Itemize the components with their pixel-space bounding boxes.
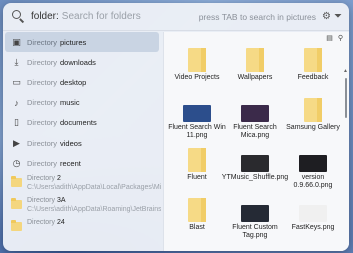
list-item-folder-3a[interactable]: Directory 3A C:\Users\adith\AppData\Roam… xyxy=(3,195,161,217)
tile-grid: Video Projects Wallpapers Feedback Fluent S… xyxy=(168,46,342,243)
image-thumbnail xyxy=(298,146,328,172)
list-item-kind: Directory xyxy=(27,197,56,205)
tile-label: FastKeys.png xyxy=(291,224,335,231)
layout-icon[interactable]: ▤ xyxy=(326,34,333,42)
image-thumbnail xyxy=(240,146,270,172)
list-item-name: documents xyxy=(60,118,97,128)
list-item-kind: Directory xyxy=(27,57,58,67)
grid-tile[interactable]: Feedback xyxy=(284,46,342,93)
folder-icon xyxy=(11,220,22,232)
grid-tile[interactable]: Fluent Custom Tag.png xyxy=(226,196,284,243)
search-query[interactable]: folder: xyxy=(31,11,59,22)
preview-toolbar: ▤ ⚲ xyxy=(164,32,349,44)
list-item-folder-2[interactable]: Directory 2 C:\Users\adith\AppData\Local… xyxy=(3,173,161,195)
list-item-path: C:\Users\adith\AppData\Local\Packages\Mi… xyxy=(27,183,161,191)
tile-label: Samsung Gallery xyxy=(286,124,340,131)
list-item-name: music xyxy=(60,98,80,108)
tile-label: Fluent xyxy=(187,174,207,181)
folder-icon xyxy=(240,46,270,72)
list-item-pictures[interactable]: ▣ Directory pictures xyxy=(5,32,159,53)
list-item-name: videos xyxy=(60,138,82,148)
list-item-documents[interactable]: ▯ Directory documents xyxy=(3,113,161,133)
list-item-music[interactable]: ♪ Directory music xyxy=(3,93,161,113)
folder-icon xyxy=(182,146,212,172)
document-icon: ▯ xyxy=(14,117,19,128)
tile-label: Fluent Custom Tag.png xyxy=(232,224,278,239)
list-item-name: recent xyxy=(60,158,81,168)
preview-panel: ▤ ⚲ ▲ Video Projects Wallpapers Feedback Fl… xyxy=(163,32,349,251)
list-item-kind: Directory xyxy=(27,98,58,108)
video-icon: ▶ xyxy=(13,137,20,148)
list-item-videos[interactable]: ▶ Directory videos xyxy=(3,133,161,153)
pin-icon[interactable]: ⚲ xyxy=(338,34,343,42)
list-item-kind: Directory xyxy=(27,219,56,227)
search-hint: press TAB to search in pictures xyxy=(198,11,317,22)
list-item-name: 24 xyxy=(56,219,65,227)
grid-tile[interactable]: YTMusic_Shuffle.png xyxy=(222,146,288,193)
folder-icon xyxy=(298,46,328,72)
list-item-downloads[interactable]: ⤓ Directory downloads xyxy=(3,52,161,72)
folder-icon xyxy=(182,46,212,72)
image-thumbnail xyxy=(182,96,212,122)
folder-icon xyxy=(298,96,328,122)
list-item-name: 3A xyxy=(56,197,66,205)
tile-label: version 0.9.66.0.png xyxy=(293,174,333,189)
image-thumbnail xyxy=(240,196,270,222)
scroll-up-arrow[interactable]: ▲ xyxy=(343,68,348,74)
grid-tile[interactable]: Video Projects xyxy=(168,46,226,93)
list-item-name: downloads xyxy=(60,57,96,67)
tile-label: Video Projects xyxy=(174,74,220,81)
tile-label: Blast xyxy=(189,224,205,231)
tile-label: Wallpapers xyxy=(237,74,273,81)
scrollbar-thumb[interactable] xyxy=(345,78,347,118)
list-item-kind: Directory xyxy=(27,158,58,168)
image-thumbnail xyxy=(240,96,270,122)
list-item-kind: Directory xyxy=(27,175,56,183)
search-bar[interactable]: folder: Search for folders press TAB to … xyxy=(3,3,349,31)
list-item-folder-24[interactable]: Directory 24 xyxy=(3,217,161,239)
tile-label: Fluent Search Mica.png xyxy=(233,124,277,139)
folder-icon xyxy=(182,196,212,222)
grid-tile[interactable]: Fluent xyxy=(168,146,226,193)
folder-icon xyxy=(11,198,22,210)
tile-label: YTMusic_Shuffle.png xyxy=(221,174,289,181)
grid-tile[interactable]: Fluent Search Mica.png xyxy=(226,96,284,143)
grid-tile[interactable]: version 0.9.66.0.png xyxy=(284,146,342,193)
gear-icon[interactable]: ⚙ xyxy=(322,11,331,22)
fluent-search-window: folder: Search for folders press TAB to … xyxy=(3,3,349,251)
download-icon: ⤓ xyxy=(14,56,19,67)
list-item-kind: Directory xyxy=(27,77,58,87)
grid-tile[interactable]: Samsung Gallery xyxy=(284,96,342,143)
list-item-name: desktop xyxy=(60,77,87,87)
list-item-kind: Directory xyxy=(27,37,58,47)
search-icon xyxy=(11,9,27,25)
list-item-recent[interactable]: ◷ Directory recent xyxy=(3,153,161,173)
results-list: ▣ Directory pictures ⤓ Directory downloa… xyxy=(3,32,161,251)
tile-label: Fluent Search Win 11.png xyxy=(168,124,226,139)
search-placeholder: Search for folders xyxy=(61,11,141,22)
tile-label: Feedback xyxy=(297,74,329,81)
list-item-path: C:\Users\adith\AppData\Roaming\JetBrains… xyxy=(27,205,161,213)
list-item-desktop[interactable]: ▭ Directory desktop xyxy=(3,72,161,92)
list-item-kind: Directory xyxy=(27,138,58,148)
recent-icon: ◷ xyxy=(12,157,21,168)
image-thumbnail xyxy=(298,196,328,222)
folder-icon xyxy=(11,176,22,188)
grid-tile[interactable]: FastKeys.png xyxy=(284,196,342,243)
desktop-icon: ▭ xyxy=(12,76,21,87)
list-item-name: 2 xyxy=(56,175,61,183)
grid-tile[interactable]: Blast xyxy=(168,196,226,243)
filter-icon[interactable]: ⏷ xyxy=(334,11,342,22)
grid-tile[interactable]: Wallpapers xyxy=(226,46,284,93)
pictures-icon: ▣ xyxy=(12,36,21,47)
grid-tile[interactable]: Fluent Search Win 11.png xyxy=(168,96,226,143)
music-icon: ♪ xyxy=(14,97,19,108)
list-item-name: pictures xyxy=(60,37,87,47)
list-item-kind: Directory xyxy=(27,118,58,128)
